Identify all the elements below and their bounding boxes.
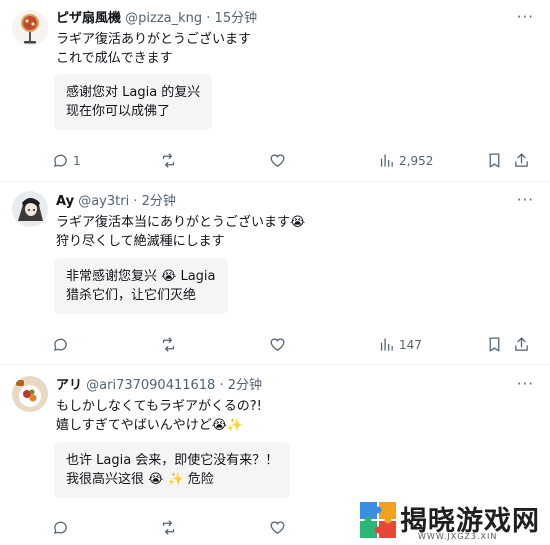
retweet-button[interactable]: [160, 519, 177, 536]
bookmark-icon: [489, 337, 500, 352]
reply-button[interactable]: [52, 336, 69, 353]
display-name[interactable]: ピザ扇風機: [56, 11, 121, 26]
puzzle-logo-icon: [360, 502, 396, 538]
translation-line: 我很高兴这很 😭 ✨ 危险: [66, 472, 214, 487]
views-icon: [380, 338, 393, 351]
avatar[interactable]: [12, 376, 48, 412]
translation-box: 也许 Lagia 会来，即使它没有来？！ 我很高兴这很 😭 ✨ 危险: [54, 442, 291, 498]
retweet-icon: [162, 337, 175, 352]
tweet-actions: 1 2,952: [52, 152, 540, 172]
bookmark-button[interactable]: [486, 152, 503, 169]
reply-button[interactable]: 1: [52, 152, 81, 169]
translation-box: 感谢您对 Lagia 的复兴 现在你可以成佛了: [54, 74, 213, 130]
retweet-icon: [162, 520, 175, 535]
comment-icon: [54, 521, 67, 534]
tweet-line: 狩り尽くして絶滅種にします: [56, 234, 225, 249]
views-button[interactable]: 2,952: [378, 152, 433, 169]
like-icon: [270, 521, 285, 534]
timestamp[interactable]: · 15分钟: [206, 11, 257, 26]
avatar[interactable]: [12, 10, 48, 46]
tweet-text: ラギア復活ありがとうございます これで成仏できます: [56, 30, 251, 68]
reply-button[interactable]: [52, 519, 69, 536]
pizza-fan-avatar-icon: [12, 10, 48, 46]
tweet-line: ラギア復活ありがとうございます: [56, 32, 252, 47]
tweet-text: ラギア復活本当にありがとうございます😭 狩り尽くして絶滅種にします: [56, 213, 305, 251]
share-icon: [515, 337, 528, 351]
like-icon: [270, 154, 285, 167]
tweet[interactable]: Ay @ay3tri · 2分钟 ··· ラギア復活本当にありがとうございます😭…: [0, 183, 550, 365]
more-options-icon[interactable]: ···: [517, 375, 534, 393]
views-count: 2,952: [399, 153, 434, 168]
like-button[interactable]: [269, 336, 286, 353]
display-name[interactable]: Ay: [56, 194, 74, 209]
retweet-icon: [162, 153, 175, 168]
tweet-actions: 147: [52, 336, 540, 356]
views-button[interactable]: 147: [378, 336, 422, 353]
timestamp[interactable]: · 2分钟: [219, 378, 262, 393]
character-avatar-icon: [12, 191, 48, 227]
tweet-line: これで成仏できます: [56, 51, 173, 66]
avatar[interactable]: [12, 191, 48, 227]
food-avatar-icon: [12, 376, 48, 412]
translation-line: 非常感谢您复兴 😭 Lagia: [66, 269, 216, 284]
like-button[interactable]: [269, 152, 286, 169]
watermark-url: WWW.JXGZ3.XIN: [418, 532, 498, 541]
translation-line: 猎杀它们，让它们灭绝: [66, 288, 197, 303]
watermark: 揭晓游戏网 WWW.JXGZ3.XIN: [358, 497, 548, 543]
more-options-icon[interactable]: ···: [517, 8, 534, 26]
like-icon: [270, 338, 285, 351]
display-name[interactable]: アリ: [56, 378, 82, 393]
translation-line: 现在你可以成佛了: [66, 104, 171, 119]
tweet-header: アリ @ari737090411618 · 2分钟: [56, 377, 262, 394]
retweet-button[interactable]: [160, 152, 177, 169]
share-icon: [515, 153, 528, 167]
translation-line: 也许 Lagia 会来，即使它没有来？！: [66, 453, 279, 468]
more-options-icon[interactable]: ···: [517, 191, 534, 209]
handle[interactable]: @ay3tri: [78, 194, 129, 209]
translation-box: 非常感谢您复兴 😭 Lagia 猎杀它们，让它们灭绝: [54, 258, 228, 314]
reply-count: 1: [73, 153, 81, 168]
bookmark-button[interactable]: [486, 336, 503, 353]
share-button[interactable]: [513, 152, 530, 169]
comment-icon: [54, 338, 67, 351]
tweet-line: ラギア復活本当にありがとうございます😭: [56, 215, 306, 230]
tweet-header: ピザ扇風機 @pizza_kng · 15分钟: [56, 10, 257, 27]
views-icon: [380, 154, 393, 167]
bookmark-icon: [489, 153, 500, 168]
tweet-line: 嬉しすぎてやばいんやけど😭✨: [56, 418, 244, 433]
tweet[interactable]: ピザ扇風機 @pizza_kng · 15分钟 ··· ラギア復活ありがとうござ…: [0, 0, 550, 182]
tweet-text: もしかしなくてもラギアがくるの?! 嬉しすぎてやばいんやけど😭✨: [56, 397, 262, 435]
like-button[interactable]: [269, 519, 286, 536]
views-count: 147: [399, 337, 422, 352]
tweet-line: もしかしなくてもラギアがくるの?!: [56, 399, 262, 414]
retweet-button[interactable]: [160, 336, 177, 353]
share-button[interactable]: [513, 336, 530, 353]
handle[interactable]: @pizza_kng: [125, 11, 202, 26]
comment-icon: [54, 154, 67, 167]
timestamp[interactable]: · 2分钟: [133, 194, 176, 209]
translation-line: 感谢您对 Lagia 的复兴: [66, 85, 201, 100]
handle[interactable]: @ari737090411618: [86, 378, 215, 393]
tweet-header: Ay @ay3tri · 2分钟: [56, 193, 176, 210]
